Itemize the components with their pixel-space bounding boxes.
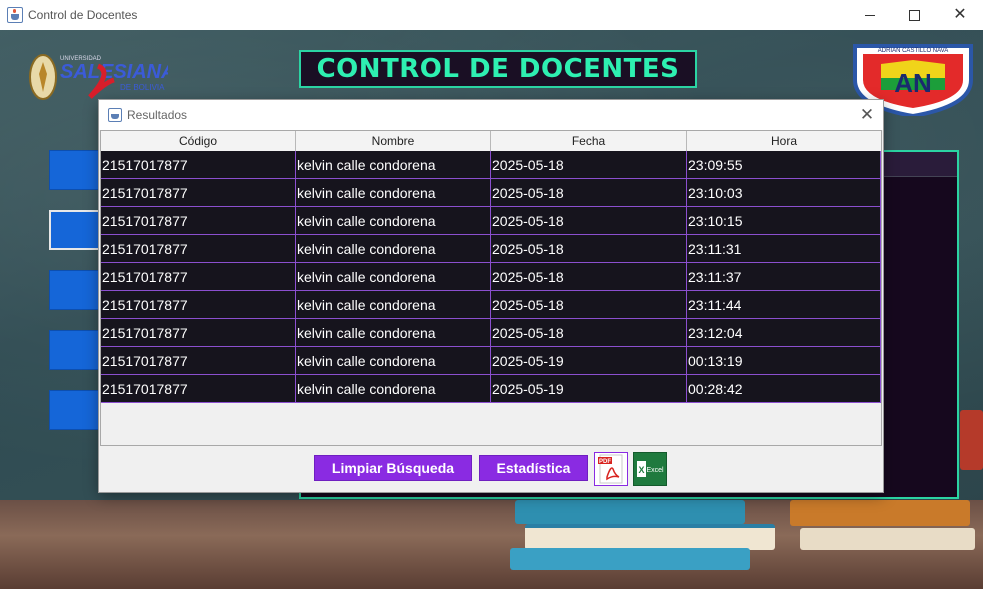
dialog-title: Resultados xyxy=(127,108,188,122)
pdf-icon-text: PDF xyxy=(599,459,611,465)
book-stack-item xyxy=(790,500,970,526)
column-header-fecha[interactable]: Fecha xyxy=(491,131,687,151)
cell-fecha[interactable]: 2025-05-18 xyxy=(491,319,687,346)
cell-codigo[interactable]: 21517017877 xyxy=(101,207,296,234)
table-row[interactable]: 21517017877 kelvin calle condorena 2025-… xyxy=(101,151,881,179)
svg-text:X: X xyxy=(638,465,644,475)
cell-hora[interactable]: 23:11:37 xyxy=(687,263,881,290)
cell-codigo[interactable]: 21517017877 xyxy=(101,347,296,374)
svg-text:AN: AN xyxy=(894,68,932,98)
java-app-icon xyxy=(7,7,23,23)
table-header: Código Nombre Fecha Hora xyxy=(101,131,881,152)
cell-hora[interactable]: 23:09:55 xyxy=(687,151,881,178)
maximize-icon xyxy=(908,9,920,21)
page-title-banner: CONTROL DE DOCENTES xyxy=(299,50,697,88)
cell-codigo[interactable]: 21517017877 xyxy=(101,375,296,402)
java-app-icon xyxy=(108,108,122,122)
cell-hora[interactable]: 23:10:03 xyxy=(687,179,881,206)
side-menu-button[interactable] xyxy=(49,390,101,430)
maximize-button[interactable] xyxy=(891,0,937,30)
cell-hora[interactable]: 00:13:19 xyxy=(687,347,881,374)
table-row[interactable]: 21517017877 kelvin calle condorena 2025-… xyxy=(101,375,881,403)
book-stack-item xyxy=(800,528,975,550)
cell-codigo[interactable]: 21517017877 xyxy=(101,263,296,290)
clear-search-button[interactable]: Limpiar Búsqueda xyxy=(314,455,472,481)
column-header-nombre[interactable]: Nombre xyxy=(296,131,491,151)
window-titlebar: Control de Docentes ✕ xyxy=(0,0,983,30)
side-menu-button[interactable] xyxy=(49,150,101,190)
cell-fecha[interactable]: 2025-05-18 xyxy=(491,151,687,178)
cell-fecha[interactable]: 2025-05-19 xyxy=(491,347,687,374)
cell-hora[interactable]: 23:11:44 xyxy=(687,291,881,318)
table-row[interactable]: 21517017877 kelvin calle condorena 2025-… xyxy=(101,207,881,235)
export-excel-button[interactable]: X Excel xyxy=(633,452,667,486)
cell-nombre[interactable]: kelvin calle condorena xyxy=(296,179,491,206)
book-stack-item xyxy=(510,548,750,570)
cell-fecha[interactable]: 2025-05-18 xyxy=(491,291,687,318)
cell-nombre[interactable]: kelvin calle condorena xyxy=(296,263,491,290)
cell-hora[interactable]: 00:28:42 xyxy=(687,375,881,402)
excel-icon-text: Excel xyxy=(646,467,664,474)
side-menu-button[interactable] xyxy=(49,270,101,310)
table-row[interactable]: 21517017877 kelvin calle condorena 2025-… xyxy=(101,347,881,375)
close-icon: ✕ xyxy=(859,105,875,124)
resultados-dialog: Resultados ✕ Código Nombre Fecha Hora 21… xyxy=(99,100,883,492)
cell-fecha[interactable]: 2025-05-18 xyxy=(491,235,687,262)
cell-fecha[interactable]: 2025-05-18 xyxy=(491,179,687,206)
cell-nombre[interactable]: kelvin calle condorena xyxy=(296,291,491,318)
table-row[interactable]: 21517017877 kelvin calle condorena 2025-… xyxy=(101,319,881,347)
cell-codigo[interactable]: 21517017877 xyxy=(101,319,296,346)
dialog-titlebar: Resultados ✕ xyxy=(99,100,883,130)
cell-nombre[interactable]: kelvin calle condorena xyxy=(296,375,491,402)
logo-right-text: ADRIAN CASTILLO NAVA xyxy=(878,48,948,54)
cell-fecha[interactable]: 2025-05-18 xyxy=(491,207,687,234)
cell-codigo[interactable]: 21517017877 xyxy=(101,291,296,318)
column-header-codigo[interactable]: Código xyxy=(101,131,296,151)
pdf-icon: PDF xyxy=(598,454,623,484)
results-table[interactable]: Código Nombre Fecha Hora 21517017877 kel… xyxy=(100,130,882,446)
side-menu-button[interactable] xyxy=(49,330,101,370)
universidad-salesiana-logo: UNIVERSIDAD SALESIANA DE BOLIVIA xyxy=(29,54,168,100)
book-stack-item xyxy=(525,524,775,550)
logo-left-sub-text: DE BOLIVIA xyxy=(120,83,165,92)
table-row[interactable]: 21517017877 kelvin calle condorena 2025-… xyxy=(101,179,881,207)
export-pdf-button[interactable]: PDF xyxy=(594,452,628,486)
cell-nombre[interactable]: kelvin calle condorena xyxy=(296,319,491,346)
cell-nombre[interactable]: kelvin calle condorena xyxy=(296,207,491,234)
cell-hora[interactable]: 23:11:31 xyxy=(687,235,881,262)
cell-codigo[interactable]: 21517017877 xyxy=(101,179,296,206)
cell-nombre[interactable]: kelvin calle condorena xyxy=(296,151,491,178)
statistics-button[interactable]: Estadística xyxy=(479,455,588,481)
book-stack-item xyxy=(515,500,745,524)
table-row[interactable]: 21517017877 kelvin calle condorena 2025-… xyxy=(101,235,881,263)
cell-fecha[interactable]: 2025-05-19 xyxy=(491,375,687,402)
cell-nombre[interactable]: kelvin calle condorena xyxy=(296,235,491,262)
page-title: CONTROL DE DOCENTES xyxy=(316,54,680,84)
dialog-close-button[interactable]: ✕ xyxy=(855,104,879,126)
excel-icon: X Excel xyxy=(636,455,664,483)
cell-hora[interactable]: 23:10:15 xyxy=(687,207,881,234)
cell-nombre[interactable]: kelvin calle condorena xyxy=(296,347,491,374)
cell-fecha[interactable]: 2025-05-18 xyxy=(491,263,687,290)
table-row[interactable]: 21517017877 kelvin calle condorena 2025-… xyxy=(101,263,881,291)
close-icon: ✕ xyxy=(953,6,967,23)
minimize-button[interactable] xyxy=(847,0,893,30)
column-header-hora[interactable]: Hora xyxy=(687,131,881,151)
table-body: 21517017877 kelvin calle condorena 2025-… xyxy=(101,151,881,403)
cell-codigo[interactable]: 21517017877 xyxy=(101,235,296,262)
window-close-button[interactable]: ✕ xyxy=(937,0,983,30)
cell-codigo[interactable]: 21517017877 xyxy=(101,151,296,178)
table-row[interactable]: 21517017877 kelvin calle condorena 2025-… xyxy=(101,291,881,319)
panel-header-strip xyxy=(881,152,957,177)
minimize-icon xyxy=(865,14,875,16)
window-title: Control de Docentes xyxy=(28,8,138,22)
dialog-footer: Limpiar Búsqueda Estadística PDF X Excel xyxy=(99,446,883,492)
side-menu-button[interactable] xyxy=(49,210,101,250)
book-stack-item xyxy=(960,410,983,470)
logo-left-main-text: SALESIANA xyxy=(60,61,168,83)
cell-hora[interactable]: 23:12:04 xyxy=(687,319,881,346)
